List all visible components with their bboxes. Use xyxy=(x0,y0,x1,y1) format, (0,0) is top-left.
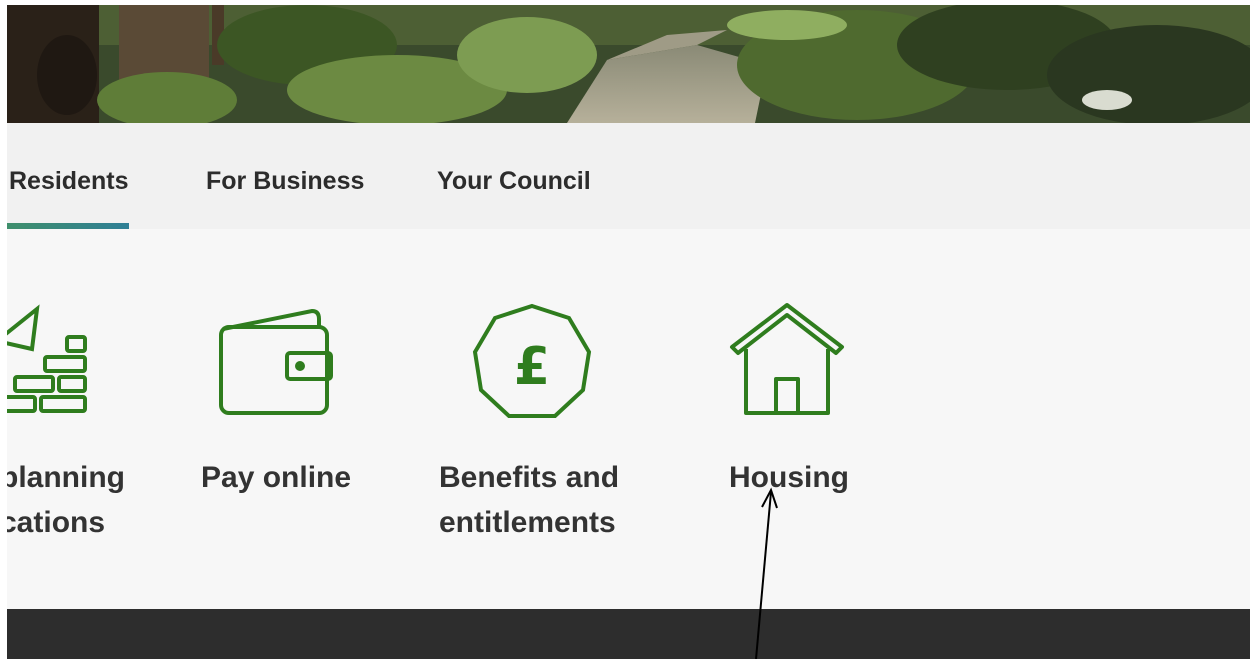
service-tile-benefits[interactable]: £ Benefits and entitlements xyxy=(437,229,647,549)
service-tile-housing[interactable]: Housing xyxy=(723,229,873,549)
wallet-icon xyxy=(219,308,333,415)
tab-your-council[interactable]: Your Council xyxy=(437,167,591,196)
service-tile-planning[interactable]: planning cations xyxy=(7,229,177,549)
house-icon xyxy=(730,303,844,415)
service-label-planning-line1: planning xyxy=(7,461,125,494)
footer-bar xyxy=(7,609,1250,659)
pound-coin-icon: £ xyxy=(472,303,592,418)
tab-residents[interactable]: Residents xyxy=(9,167,128,196)
services-panel: planning cations Pay online £ Benefits a… xyxy=(7,229,1250,609)
tab-for-business[interactable]: For Business xyxy=(206,167,364,196)
service-label-benefits-line1: Benefits and xyxy=(439,461,620,494)
hero-banner-image xyxy=(7,5,1250,123)
service-label-benefits-line2: entitlements xyxy=(439,506,616,539)
svg-text:£: £ xyxy=(514,337,550,397)
page-frame: Residents For Business Your Council plan… xyxy=(7,5,1250,659)
service-tile-pay-online[interactable]: Pay online xyxy=(197,229,377,549)
service-label-housing: Housing xyxy=(729,461,849,494)
bricks-trowel-icon xyxy=(7,304,87,413)
service-label-pay-online: Pay online xyxy=(201,461,352,494)
service-label-planning-line2: cations xyxy=(7,506,106,539)
top-navigation: Residents For Business Your Council xyxy=(7,123,1250,229)
